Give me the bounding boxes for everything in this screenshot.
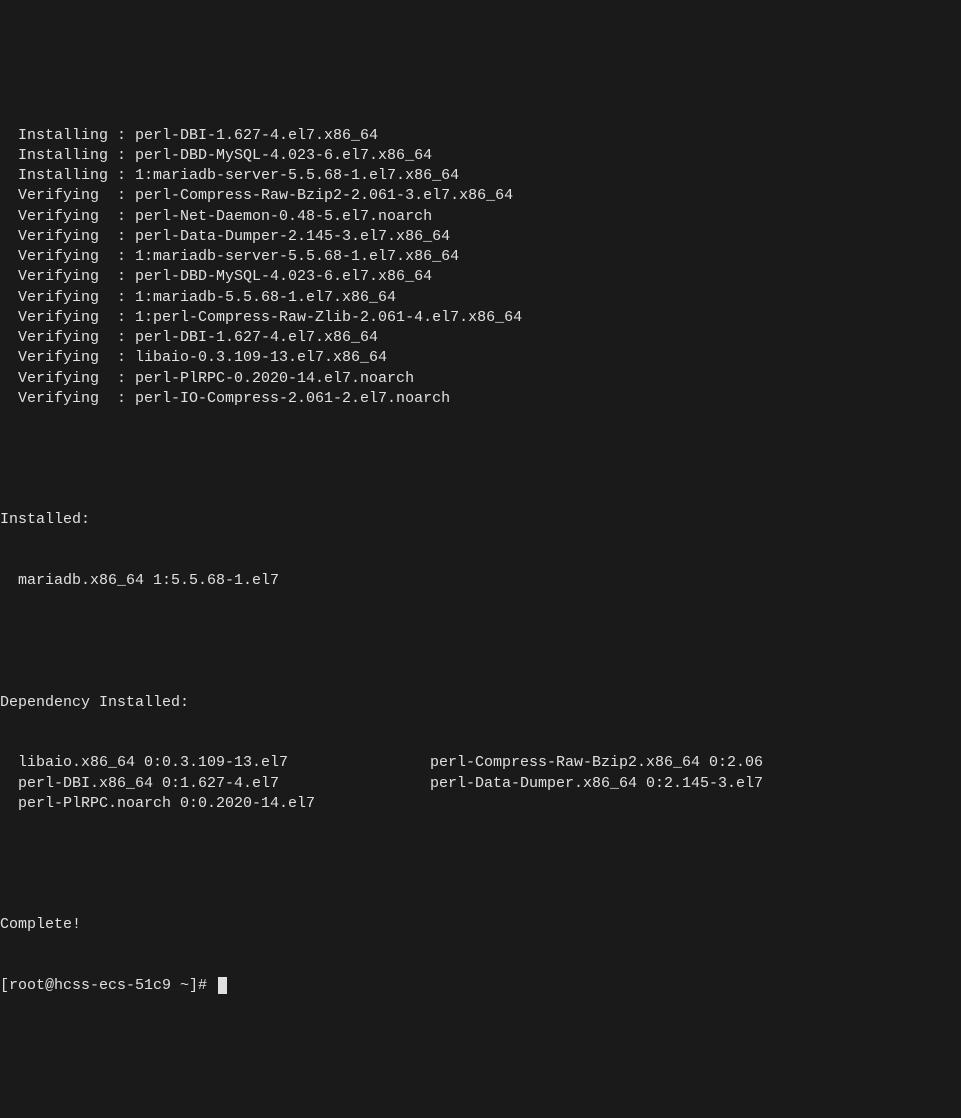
dependency-package: perl-DBI.x86_64 0:1.627-4.el7 (0, 774, 430, 794)
shell-prompt-line[interactable]: [root@hcss-ecs-51c9 ~]# (0, 976, 961, 996)
dependency-row: perl-DBI.x86_64 0:1.627-4.el7perl-Data-D… (0, 774, 961, 794)
install-verify-block: Installing : perl-DBI-1.627-4.el7.x86_64… (0, 126, 961, 410)
package-line: Verifying : perl-DBI-1.627-4.el7.x86_64 (0, 328, 961, 348)
dependency-package: perl-Data-Dumper.x86_64 0:2.145-3.el7 (430, 774, 961, 794)
blank-line (0, 632, 961, 652)
package-line: Verifying : libaio-0.3.109-13.el7.x86_64 (0, 348, 961, 368)
complete-line: Complete! (0, 915, 961, 935)
dependency-block: libaio.x86_64 0:0.3.109-13.el7perl-Compr… (0, 753, 961, 814)
package-line: Verifying : perl-DBD-MySQL-4.023-6.el7.x… (0, 267, 961, 287)
package-line: Verifying : perl-PlRPC-0.2020-14.el7.noa… (0, 369, 961, 389)
package-line: Verifying : 1:perl-Compress-Raw-Zlib-2.0… (0, 308, 961, 328)
dependency-row: libaio.x86_64 0:0.3.109-13.el7perl-Compr… (0, 753, 961, 773)
dependency-row: perl-PlRPC.noarch 0:0.2020-14.el7 (0, 794, 961, 814)
blank-line (0, 450, 961, 470)
package-line: Verifying : 1:mariadb-server-5.5.68-1.el… (0, 247, 961, 267)
shell-prompt: [root@hcss-ecs-51c9 ~]# (0, 977, 207, 994)
dependency-package: perl-PlRPC.noarch 0:0.2020-14.el7 (0, 794, 430, 814)
dependency-installed-header: Dependency Installed: (0, 693, 961, 713)
package-line: Verifying : perl-Compress-Raw-Bzip2-2.06… (0, 186, 961, 206)
terminal-output[interactable]: Installing : perl-DBI-1.627-4.el7.x86_64… (0, 85, 961, 1017)
package-line: Verifying : perl-IO-Compress-2.061-2.el7… (0, 389, 961, 409)
installed-header: Installed: (0, 510, 961, 530)
package-line: Verifying : perl-Data-Dumper-2.145-3.el7… (0, 227, 961, 247)
package-line: Installing : 1:mariadb-server-5.5.68-1.e… (0, 166, 961, 186)
package-line: Verifying : 1:mariadb-5.5.68-1.el7.x86_6… (0, 288, 961, 308)
blank-line (0, 855, 961, 875)
dependency-package: perl-Compress-Raw-Bzip2.x86_64 0:2.06 (430, 753, 961, 773)
package-line: Installing : perl-DBD-MySQL-4.023-6.el7.… (0, 146, 961, 166)
dependency-package (430, 794, 961, 814)
dependency-package: libaio.x86_64 0:0.3.109-13.el7 (0, 753, 430, 773)
package-line: Verifying : perl-Net-Daemon-0.48-5.el7.n… (0, 207, 961, 227)
installed-package: mariadb.x86_64 1:5.5.68-1.el7 (0, 571, 961, 591)
cursor-icon (218, 977, 227, 994)
package-line: Installing : perl-DBI-1.627-4.el7.x86_64 (0, 126, 961, 146)
